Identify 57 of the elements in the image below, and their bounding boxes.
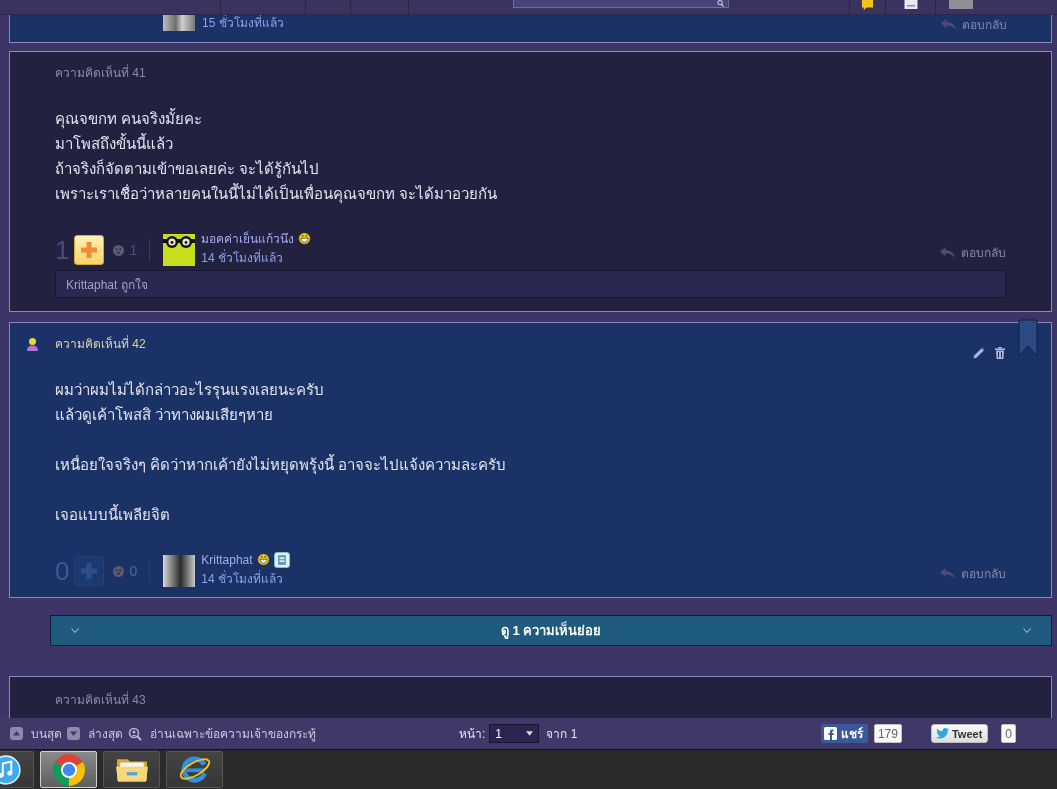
share-button[interactable]: แชร์ xyxy=(820,724,868,743)
taskbar-app-button[interactable] xyxy=(103,751,160,788)
page-total: จาก 1 xyxy=(546,726,578,743)
chevron-down-icon xyxy=(1023,628,1031,633)
avatar-photo xyxy=(163,15,195,31)
delete-icon[interactable] xyxy=(994,347,1006,359)
reply-link[interactable]: ตอบกลับ xyxy=(940,564,1006,583)
plus-icon xyxy=(80,241,99,259)
reply-link[interactable]: ตอบกลับ xyxy=(940,243,1006,262)
chevron-down-icon xyxy=(71,628,79,633)
comment-paragraph: คุณจขกท คนจริงมั้ยคะ มาโพสถึงขั้นนี้แล้ว ถ้าจริงก็จัดตามเข้าขอเลยค่ะ จะได้รู้กันไป เพราะเราเชื่อว่าหลายคนในนี้ไม่ได้เป็นเพื่อนคุณจขกท จะได้มาอวยกัน xyxy=(55,107,499,206)
comment-paragraph: ผมว่าผมไม่ได้กล่าวอะไรรุนแรงเลยนะครับ แล้วดูเค้าโพสสิ ว่าทางผมเสียๆหาย xyxy=(55,380,325,426)
tweet-count: 0 xyxy=(1001,724,1016,743)
reply-arrow-icon xyxy=(940,566,955,581)
avatar-photo xyxy=(163,555,196,587)
smiley-icon xyxy=(256,553,270,566)
post-time: 15 ชั่วโมงที่แล้ว xyxy=(202,15,284,31)
vote-plus-button[interactable] xyxy=(74,235,105,265)
comment-number: ความคิดเห็นที่ 42 xyxy=(55,337,146,351)
face-icon xyxy=(113,565,125,577)
owner-posts-link[interactable]: อ่านเฉพาะข้อความเจ้าของกระทู้ xyxy=(128,724,316,743)
tweet-button[interactable]: Tweet xyxy=(930,724,989,743)
bird-icon xyxy=(935,727,949,740)
post-time: 14 ชั่วโมงที่แล้ว xyxy=(201,569,284,588)
smiley-icon xyxy=(298,232,312,245)
comment-number: ความคิดเห็นที่ 43 xyxy=(55,693,146,707)
face-icon xyxy=(113,244,125,256)
comment-paragraph: เจอแบบนี้เพลียจิต xyxy=(55,503,171,525)
page-label: หน้า: xyxy=(459,726,486,743)
search-icon xyxy=(717,0,724,7)
music-note-icon xyxy=(0,753,22,786)
magnifier-icon xyxy=(128,726,142,741)
reply-arrow-icon xyxy=(941,17,956,32)
person-icon xyxy=(26,337,39,351)
author-name[interactable]: มอคค่าเย็นแก้วนึง xyxy=(201,229,295,248)
expand-replies-button[interactable]: ดู 1 ความเห็นย่อย xyxy=(50,615,1052,646)
reply-link[interactable]: ตอบกลับ xyxy=(941,15,1007,34)
tricolor-circle-icon xyxy=(52,753,85,786)
likes-box: Krittaphat ถูกใจ xyxy=(55,270,1006,298)
author-name[interactable]: Krittaphat xyxy=(201,552,253,567)
taskbar-app-button[interactable] xyxy=(166,751,223,788)
reply-arrow-icon xyxy=(940,245,955,260)
post-time: 14 ชั่วโมงที่แล้ว xyxy=(201,248,284,267)
cartoon-avatar xyxy=(163,234,196,266)
scroll-top-link[interactable]: บนสุด xyxy=(10,724,62,743)
vote-score: 1 xyxy=(55,234,70,266)
comment-number: ความคิดเห็นที่ 41 xyxy=(55,66,146,80)
comment-paragraph: เหนื่อยใจจริงๆ คิดว่าหากเค้ายังไม่หยุดพรุ้งนี้ อาจจะไปแจ้งความละครับ xyxy=(55,453,508,477)
page-select[interactable]: 1 xyxy=(489,724,540,743)
e-logo-icon xyxy=(178,753,211,786)
caret-icon xyxy=(526,730,534,737)
edit-icon[interactable] xyxy=(973,347,985,359)
plus-icon xyxy=(80,562,99,580)
scroll-bottom-link[interactable]: ล่างสุด xyxy=(67,724,123,743)
f-logo-icon xyxy=(823,727,837,740)
search-field[interactable] xyxy=(513,0,729,8)
share-count: 179 xyxy=(873,724,902,743)
